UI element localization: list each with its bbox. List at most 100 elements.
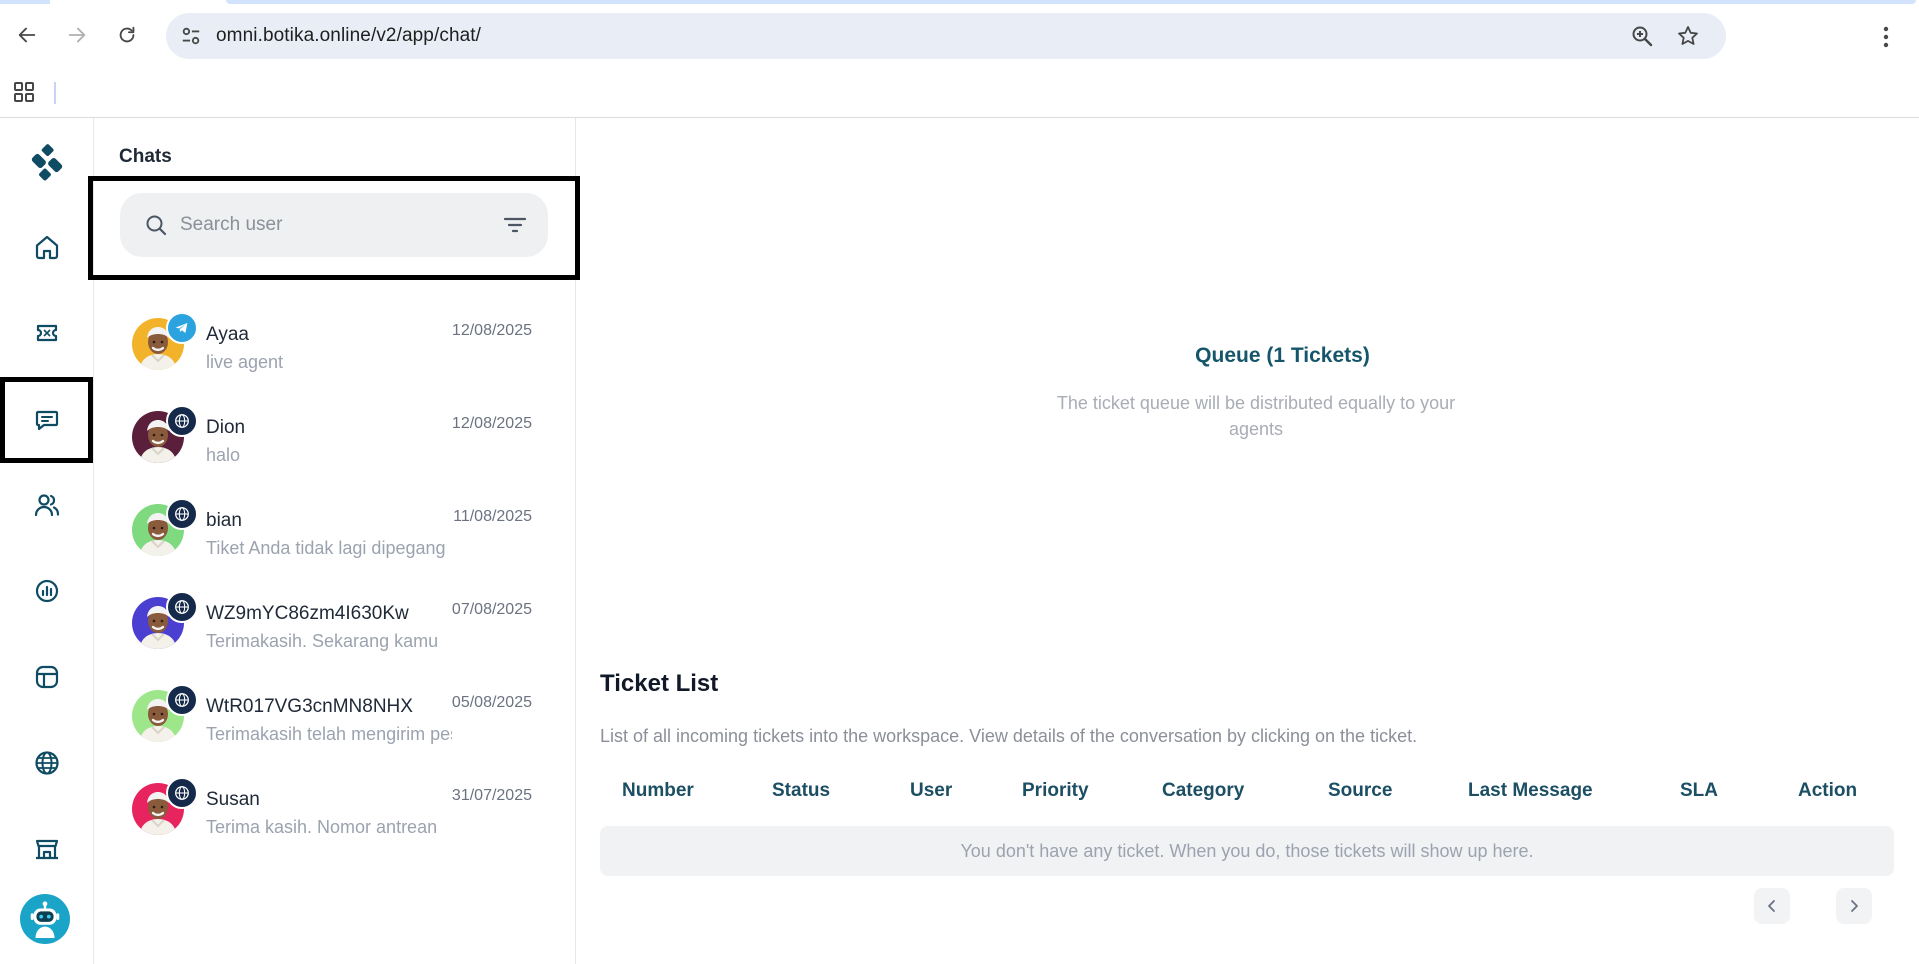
chat-user-name: Ayaa (206, 324, 249, 345)
chevron-right-icon (1851, 900, 1858, 912)
nav-rail (0, 118, 94, 964)
chat-date: 05/08/2025 (451, 694, 532, 711)
nav-layout[interactable] (20, 650, 74, 704)
chat-last-message: Terima kasih. Nomor antrean (206, 817, 438, 837)
nav-home[interactable] (20, 220, 74, 274)
search-bar[interactable] (120, 193, 548, 257)
chat-last-message: halo (206, 445, 241, 465)
logo-icon (31, 144, 63, 181)
reload-icon (119, 26, 135, 43)
chat-user-name: WZ9mYC86zm4I630Kw (206, 603, 409, 624)
column-header-action: Action (1798, 780, 1858, 801)
chat-list-item[interactable]: WtR017VG3cnMN8NHX 05/08/2025 Terimakasih t… (94, 666, 576, 759)
main-panel: Queue (1 Tickets) The ticket queue will … (576, 118, 1919, 964)
layout-icon (35, 665, 59, 689)
home-icon (35, 235, 59, 260)
chat-last-message: Terimakasih. Sekarang kamu (206, 631, 439, 651)
ticket-table-header: Number Status User Priority Category Sou… (600, 768, 1894, 812)
apps-grid-icon[interactable] (12, 80, 36, 104)
globe-icon (175, 507, 189, 521)
chevron-left-icon (1768, 900, 1775, 912)
web-channel-badge (166, 684, 198, 716)
site-settings-icon[interactable] (180, 25, 202, 47)
app-logo[interactable] (20, 136, 74, 190)
nav-chats[interactable] (0, 377, 93, 463)
column-header-priority: Priority (1022, 780, 1089, 801)
chat-user-name: Dion (206, 417, 246, 438)
column-header-user: User (910, 780, 953, 801)
bot-avatar[interactable] (20, 894, 70, 944)
chat-list-item[interactable]: WZ9mYC86zm4I630Kw 07/08/2025 Terimakasih. … (94, 573, 576, 666)
chat-icon (35, 410, 58, 431)
analytics-icon (35, 579, 59, 603)
globe-icon (175, 414, 189, 428)
bookmarks-bar (0, 70, 1919, 118)
column-header-category: Category (1162, 780, 1245, 801)
web-channel-badge (166, 405, 198, 437)
chats-panel: Chats Ayaa 12/08/2025 live agent Dion 12/08/… (88, 118, 580, 964)
chat-list-item[interactable]: Susan 31/07/2025 Terima kasih. Nomor antre… (94, 759, 576, 852)
chat-last-message: Terimakasih telah mengirim pesan (206, 724, 452, 744)
nav-tickets[interactable] (20, 306, 74, 360)
store-icon (35, 839, 59, 860)
globe-icon (175, 786, 189, 800)
filter-icon[interactable] (502, 213, 528, 237)
prev-page-button[interactable] (1754, 888, 1790, 924)
chat-list-item[interactable]: bian 11/08/2025 Tiket Anda tidak lagi dipe… (94, 480, 576, 573)
chat-date: 31/07/2025 (451, 787, 532, 804)
column-header-last-message: Last Message (1468, 780, 1593, 801)
chat-user-name: WtR017VG3cnMN8NHX (206, 696, 413, 717)
chat-date: 12/08/2025 (451, 322, 532, 339)
address-bar[interactable]: omni.botika.online/v2/app/chat/ (166, 13, 1726, 59)
ticket-list-subtitle: List of all incoming tickets into the wo… (600, 726, 1418, 746)
chat-user-name: bian (206, 510, 242, 531)
back-button[interactable] (10, 18, 44, 52)
arrow-left-icon (18, 27, 36, 43)
column-header-sla: SLA (1680, 780, 1718, 801)
bookmark-star-icon[interactable] (1676, 24, 1700, 48)
url-text[interactable]: omni.botika.online/v2/app/chat/ (216, 25, 481, 47)
queue-subtitle: The ticket queue will be distributed equ… (1056, 393, 1456, 439)
column-header-source: Source (1328, 780, 1393, 801)
queue-title: Queue (1 Tickets) (1195, 344, 1370, 367)
chat-date: 07/08/2025 (451, 601, 532, 618)
browser-toolbar: omni.botika.online/v2/app/chat/ (0, 4, 1919, 70)
chat-date: 12/08/2025 (451, 415, 532, 432)
column-header-number: Number (622, 780, 694, 801)
ticket-icon (36, 324, 58, 342)
web-channel-badge (166, 591, 198, 623)
browser-menu-icon[interactable] (1874, 24, 1898, 50)
globe-icon (175, 600, 189, 614)
chat-list-item[interactable]: Ayaa 12/08/2025 live agent (94, 294, 576, 387)
chat-last-message: Tiket Anda tidak lagi dipegang (206, 538, 446, 558)
ticket-list-title: Ticket List (600, 670, 719, 697)
users-icon (34, 494, 60, 517)
web-channel-badge (166, 777, 198, 809)
column-header-status: Status (772, 780, 831, 801)
next-page-button[interactable] (1836, 888, 1872, 924)
app-root: Chats Ayaa 12/08/2025 live agent Dion 12/08/… (0, 118, 1919, 964)
telegram-badge (166, 312, 198, 344)
nav-web[interactable] (20, 736, 74, 790)
forward-button[interactable] (60, 18, 94, 52)
chats-title: Chats (119, 146, 172, 167)
bot-avatar-icon (30, 901, 60, 938)
chat-list-item[interactable]: Dion 12/08/2025 halo (94, 387, 576, 480)
ticket-empty-state: You don't have any ticket. When you do, … (600, 826, 1894, 876)
chat-date: 11/08/2025 (453, 508, 532, 525)
chat-list: Ayaa 12/08/2025 live agent Dion 12/08/2025 ha… (94, 294, 576, 852)
arrow-right-icon (68, 27, 86, 43)
nav-store[interactable] (20, 822, 74, 876)
globe-icon (35, 751, 59, 775)
web-channel-badge (166, 498, 198, 530)
search-icon (146, 215, 167, 236)
nav-users[interactable] (20, 478, 74, 532)
search-input[interactable] (180, 207, 480, 243)
zoom-icon[interactable] (1630, 24, 1654, 48)
reload-button[interactable] (110, 18, 144, 52)
chat-last-message: live agent (206, 352, 284, 372)
globe-icon (175, 693, 189, 707)
bookmarks-separator (54, 82, 56, 104)
chat-user-name: Susan (206, 789, 260, 810)
nav-analytics[interactable] (20, 564, 74, 618)
